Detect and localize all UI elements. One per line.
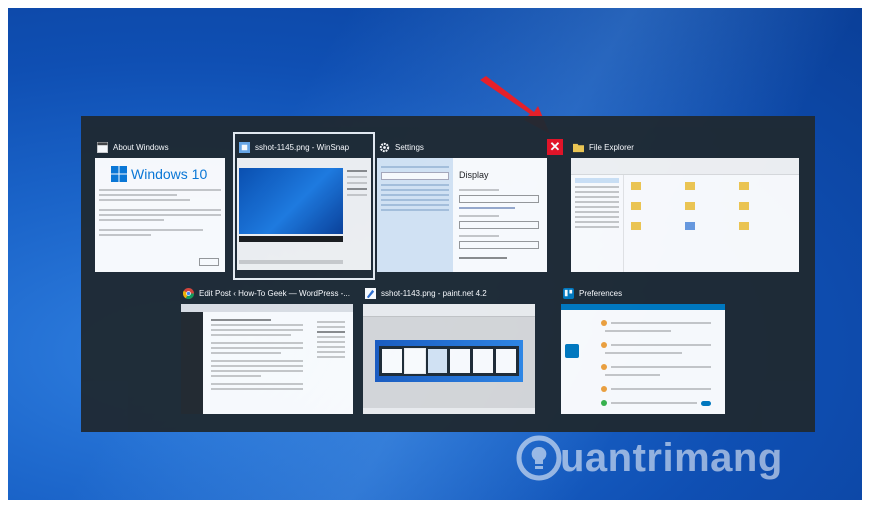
tile-title: sshot-1145.png - WinSnap <box>255 142 350 152</box>
tile-title: About Windows <box>113 142 169 152</box>
windows-version-text: Windows 10 <box>131 166 208 182</box>
tile-title: sshot-1143.png - paint.net 4.2 <box>381 288 487 298</box>
desktop-background: About Windows Windows 10 sshot-1145.png … <box>8 8 862 500</box>
task-switcher: About Windows Windows 10 sshot-1145.png … <box>81 116 815 432</box>
tile-preferences[interactable]: Preferences <box>561 282 725 414</box>
tile-title: Settings <box>395 142 424 152</box>
window-preview <box>571 158 799 272</box>
lightbulb-logo-icon <box>516 435 562 481</box>
gear-icon <box>379 142 390 152</box>
paintnet-icon <box>365 287 376 299</box>
settings-page-heading: Display <box>459 170 489 180</box>
winsnap-icon <box>239 141 250 153</box>
watermark-logo: uantrimang <box>516 435 783 481</box>
window-preview <box>561 304 725 414</box>
tile-about-windows[interactable]: About Windows Windows 10 <box>95 136 225 278</box>
tile-title: Preferences <box>579 288 623 298</box>
trello-icon <box>563 287 574 299</box>
windows-logo-icon <box>111 166 127 182</box>
folder-icon <box>573 143 584 152</box>
tile-settings[interactable]: Settings Display ✕ <box>377 136 563 278</box>
window-preview: Display <box>377 158 547 272</box>
close-window-button[interactable]: ✕ <box>547 139 563 155</box>
close-icon: ✕ <box>549 139 561 154</box>
window-preview <box>363 304 535 414</box>
window-preview: Windows 10 <box>95 158 225 272</box>
tile-paintnet[interactable]: sshot-1143.png - paint.net 4.2 <box>363 282 535 414</box>
tile-title: File Explorer <box>589 142 634 152</box>
tile-winsnap[interactable]: sshot-1145.png - WinSnap <box>233 132 375 280</box>
tile-chrome-edit-post[interactable]: Edit Post ‹ How-To Geek — WordPress -... <box>181 282 353 414</box>
window-icon <box>97 141 108 153</box>
window-preview <box>181 304 353 414</box>
tile-title: Edit Post ‹ How-To Geek — WordPress -... <box>199 288 351 298</box>
chrome-icon <box>183 287 194 299</box>
watermark-text: uantrimang <box>560 435 783 480</box>
tile-file-explorer[interactable]: File Explorer <box>571 136 799 278</box>
window-preview <box>237 158 371 270</box>
